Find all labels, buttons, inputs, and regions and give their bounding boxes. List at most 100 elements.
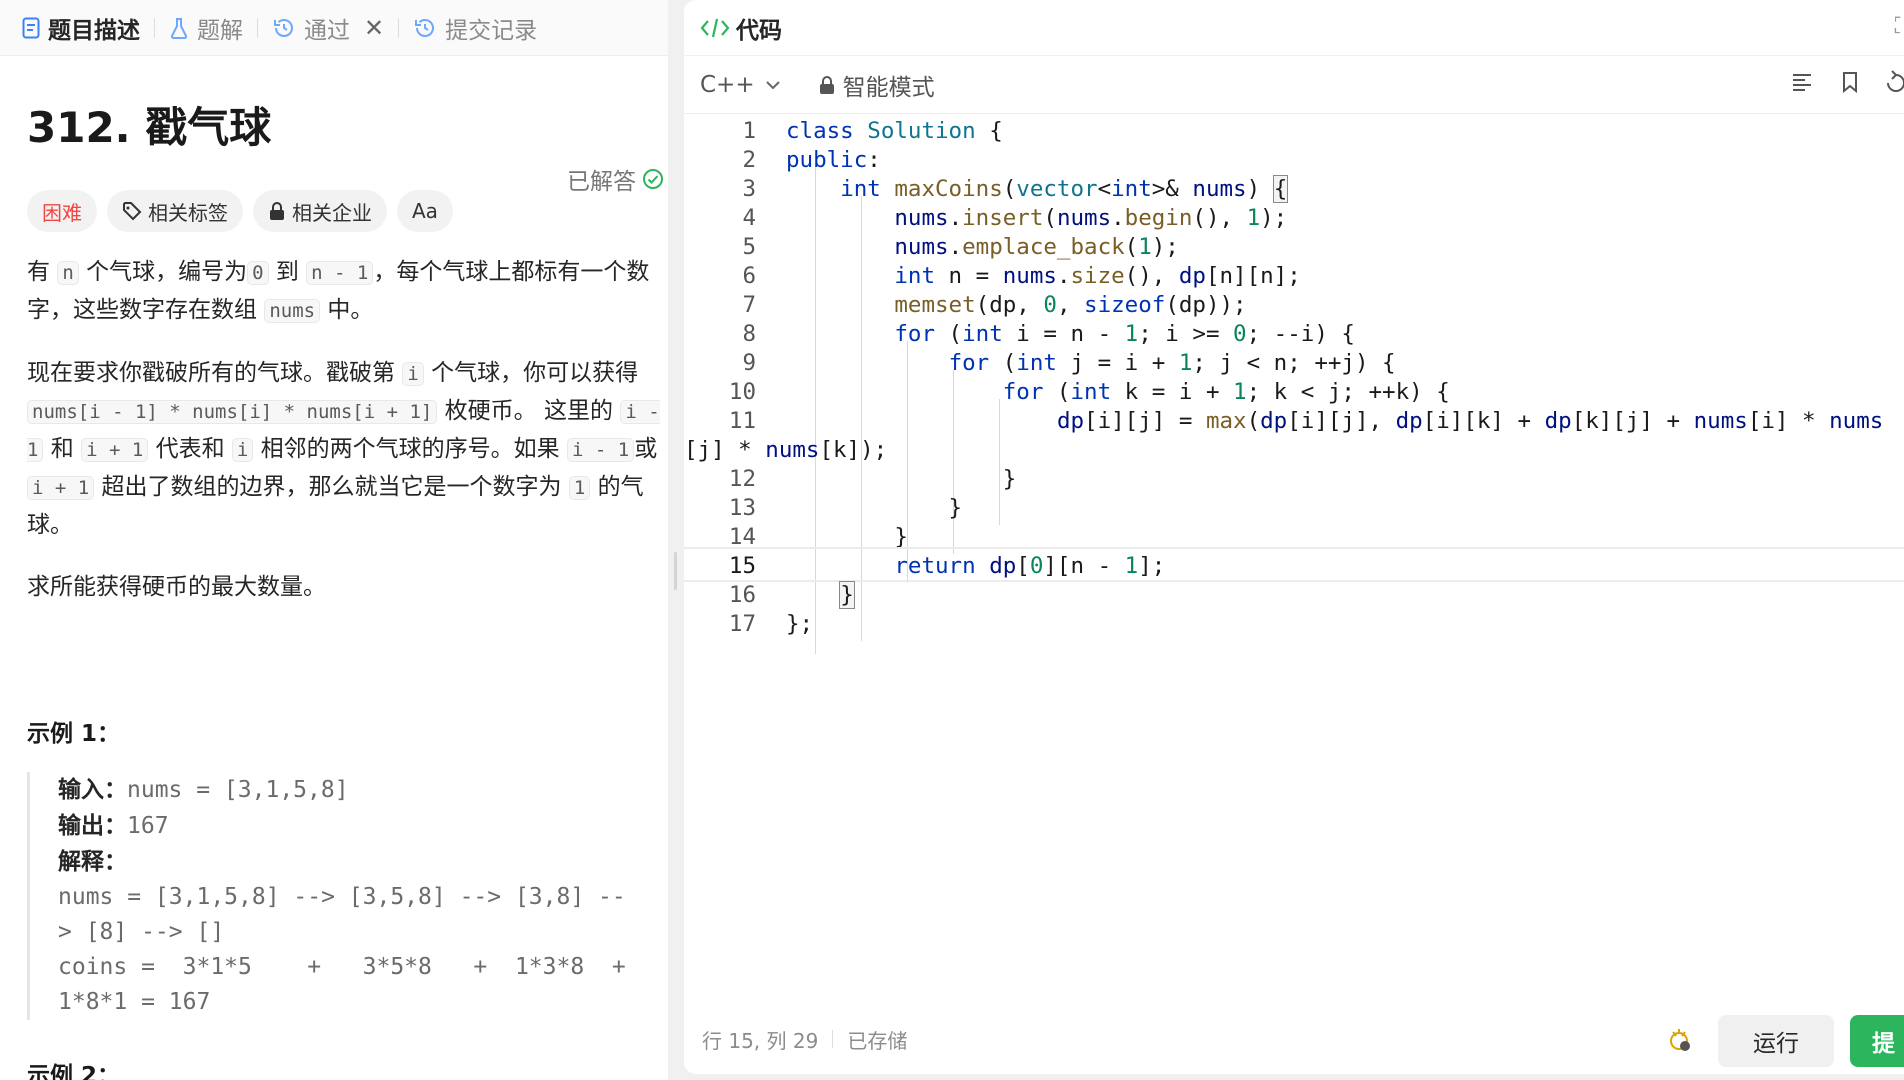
- text: 中。: [320, 297, 374, 323]
- submit-button[interactable]: 提: [1850, 1015, 1904, 1067]
- tab-accepted-label: 通过: [304, 17, 350, 44]
- tag-icon: [123, 202, 142, 221]
- inline-code: nums: [264, 299, 321, 323]
- text: 有: [27, 259, 58, 285]
- tab-solutions-label: 题解: [197, 17, 243, 44]
- inline-code: i + 1: [81, 438, 149, 462]
- related-tags-label: 相关标签: [148, 200, 228, 225]
- explain-text: nums = [3,1,5,8] --> [3,5,8] --> [3,8] -…: [58, 884, 626, 910]
- check-circle-icon: [643, 169, 663, 189]
- line-number: 17: [728, 611, 756, 637]
- example-1-block: 输入：nums = [3,1,5,8] 输出：167 解释： nums = [3…: [27, 772, 668, 1020]
- inline-code: i: [231, 438, 254, 462]
- language-label: C++: [700, 71, 755, 98]
- chevron-down-icon: [765, 80, 780, 89]
- input-value: nums = [3,1,5,8]: [127, 777, 349, 803]
- explain-text: coins = 3*1*5 + 3*5*8 + 1*3*8 +: [58, 954, 626, 980]
- lock-icon: [819, 75, 834, 94]
- problem-tabs: 题目描述 题解 通过 ✕ 提交记录: [0, 0, 668, 56]
- problem-content: 312. 戳气球 已解答 困难 相关标签 相关企业 Aa 有 n 个气球，编号为…: [27, 56, 668, 1080]
- code-header: 代码 ⛶: [684, 0, 1904, 56]
- inline-code: n - 1: [306, 261, 374, 285]
- format-icon[interactable]: [1790, 70, 1814, 94]
- tab-description[interactable]: 题目描述: [22, 0, 140, 56]
- lock-icon: [270, 202, 284, 220]
- difficulty-badge: 困难: [27, 190, 97, 232]
- resize-handle[interactable]: [674, 552, 677, 590]
- tab-divider: [257, 17, 258, 38]
- history-icon: [274, 18, 293, 37]
- code-header-label: 代码: [736, 17, 782, 44]
- related-companies-label: 相关企业: [292, 200, 372, 225]
- text: 超出了数组的边界，那么就当它是一个数字为: [94, 474, 569, 500]
- maximize-icon[interactable]: ⛶: [1895, 14, 1904, 39]
- tab-submissions-label: 提交记录: [445, 17, 538, 44]
- flask-icon: [170, 17, 188, 39]
- problem-panel: 题目描述 题解 通过 ✕ 提交记录 312. 戳气球 已解答 困难 相关标签 相…: [0, 0, 668, 1080]
- inline-code: i + 1: [27, 476, 95, 500]
- translate-icon: Aa: [412, 199, 438, 223]
- example-output-line: 输出：167: [58, 808, 668, 844]
- tab-divider: [398, 17, 400, 38]
- solved-label: 已解答: [567, 169, 636, 195]
- problem-title: 312. 戳气球: [27, 103, 272, 152]
- code-editor[interactable]: 1 class Solution { 2 public: 3 int maxCoin…: [684, 114, 1904, 1004]
- tab-description-label: 题目描述: [48, 17, 140, 44]
- text: 和: [43, 436, 82, 462]
- problem-description: 有 n 个气球，编号为 0 到 n - 1 ，每个气球上都标有一个数字，这些数字存在…: [27, 254, 668, 606]
- input-label: 输入：: [58, 776, 127, 802]
- explain-label: 解释：: [58, 848, 127, 874]
- status-divider: [832, 1030, 834, 1048]
- run-button[interactable]: 运行: [1718, 1015, 1834, 1067]
- example-input-line: 输入：nums = [3,1,5,8]: [58, 772, 668, 808]
- tab-divider: [154, 17, 155, 38]
- reset-icon[interactable]: [1886, 70, 1904, 94]
- example-explain-line: 解释：: [58, 844, 668, 880]
- inline-code: i - 1: [566, 438, 635, 462]
- translate-button[interactable]: Aa: [397, 190, 453, 232]
- solved-status: 已解答: [567, 162, 664, 196]
- code-panel: 代码 ⛶ C++ 智能模式 1 class Solution { 2 public:…: [684, 0, 1904, 1074]
- tab-submissions[interactable]: 提交记录: [413, 0, 537, 56]
- output-label: 输出：: [58, 812, 127, 838]
- code-icon: [700, 18, 730, 37]
- text: 相邻的两个气球的序号。如果: [253, 436, 567, 462]
- description-paragraph-1: 有 n 个气球，编号为 0 到 n - 1 ，每个气球上都标有一个数字，这些数字存在…: [27, 254, 668, 330]
- code-text: };: [786, 611, 814, 637]
- bookmark-icon[interactable]: [1838, 70, 1862, 94]
- description-icon: [22, 17, 40, 38]
- history-icon: [415, 18, 435, 37]
- language-select[interactable]: C++: [700, 72, 781, 98]
- smart-mode[interactable]: 智能模式: [819, 68, 935, 102]
- text: 个气球，你可以获得: [423, 360, 639, 386]
- editor-toolbar: C++ 智能模式: [684, 56, 1904, 114]
- related-companies-button[interactable]: 相关企业: [253, 190, 387, 232]
- text: 到: [268, 259, 307, 285]
- example-2-title: 示例 2：: [27, 1063, 121, 1080]
- cursor-position: 行 15, 列 29: [702, 1028, 819, 1053]
- text: 个气球，编号为: [78, 259, 248, 285]
- tab-accepted[interactable]: 通过 ✕: [272, 0, 384, 56]
- panel-resizer[interactable]: [668, 0, 684, 1080]
- close-icon[interactable]: ✕: [364, 14, 384, 42]
- tab-solutions[interactable]: 题解: [169, 0, 243, 56]
- related-tags-button[interactable]: 相关标签: [107, 190, 243, 232]
- description-paragraph-2: 现在要求你戳破所有的气球。戳破第 i 个气球，你可以获得 nums[i - 1]…: [27, 355, 668, 544]
- assistant-icon[interactable]: [1664, 1024, 1694, 1054]
- description-paragraph-3: 求所能获得硬币的最大数量。: [27, 574, 326, 600]
- example-1-title: 示例 1：: [27, 721, 121, 747]
- toolbar-icons: [1790, 70, 1904, 94]
- inline-code: n: [57, 261, 79, 285]
- text: 或: [634, 436, 658, 462]
- saved-status: 已存储: [847, 1028, 908, 1053]
- inline-code: 1: [568, 476, 591, 500]
- explain-text: > [8] --> []: [58, 919, 225, 945]
- mode-label: 智能模式: [842, 74, 935, 101]
- text: 代表和: [148, 436, 232, 462]
- inline-code: nums[i - 1] * nums[i] * nums[i + 1]: [27, 400, 438, 424]
- output-value: 167: [127, 813, 169, 839]
- editor-statusbar: 行 15, 列 29 已存储 运行 提: [684, 1004, 1904, 1074]
- inline-code: i: [402, 362, 424, 386]
- text: 现在要求你戳破所有的气球。戳破第: [27, 360, 403, 386]
- tag-row: 困难 相关标签 相关企业 Aa: [27, 190, 668, 234]
